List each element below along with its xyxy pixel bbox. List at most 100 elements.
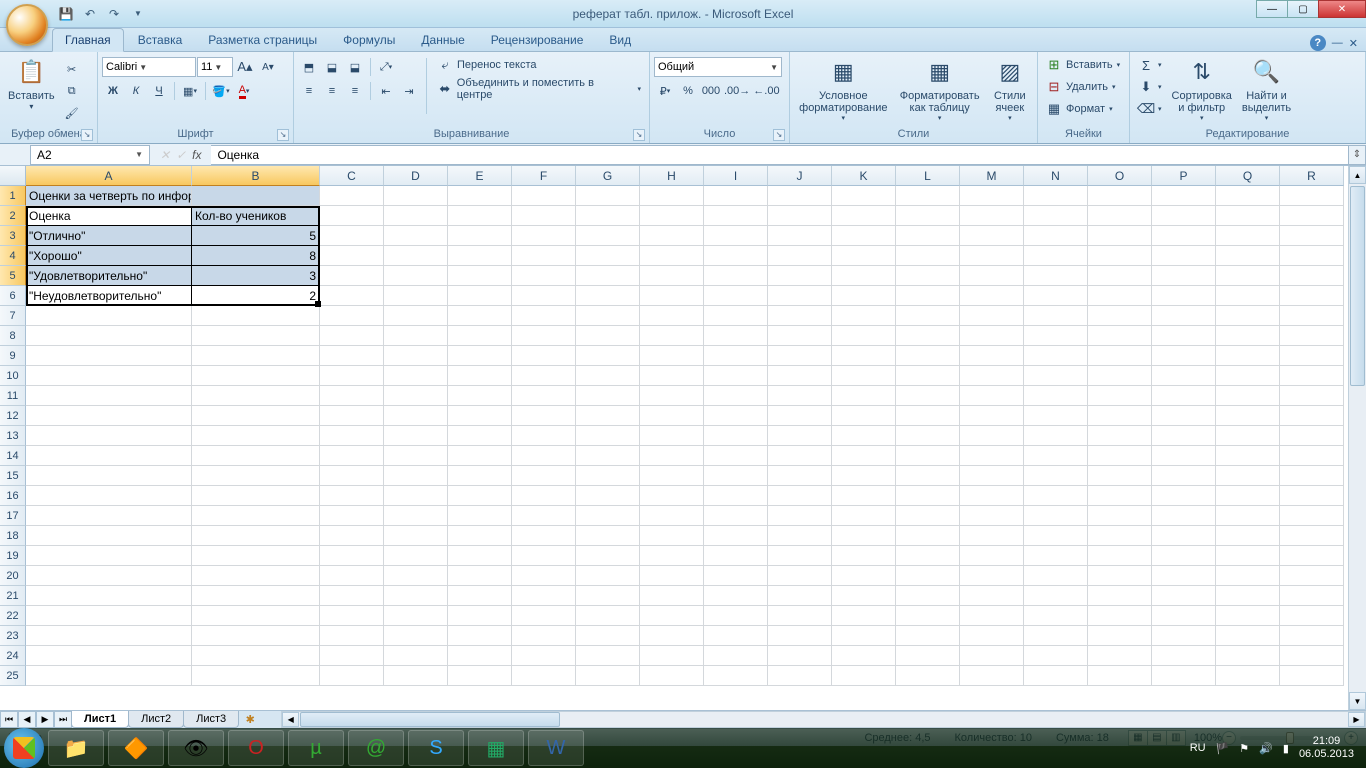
cut-icon[interactable]: ✂: [61, 58, 83, 80]
volume-icon[interactable]: 🔊: [1259, 742, 1273, 755]
cell[interactable]: [960, 586, 1024, 606]
cell[interactable]: [1216, 406, 1280, 426]
orientation-icon[interactable]: ⤢▾: [375, 56, 397, 78]
currency-icon[interactable]: ₽▾: [654, 80, 676, 102]
tab-formulas[interactable]: Формулы: [331, 29, 407, 51]
sheet-tab-2[interactable]: Лист2: [128, 711, 184, 728]
cell[interactable]: [768, 346, 832, 366]
cell[interactable]: [26, 426, 192, 446]
cell[interactable]: [1280, 406, 1344, 426]
cell[interactable]: [192, 386, 320, 406]
cell[interactable]: [448, 406, 512, 426]
cell[interactable]: [1216, 466, 1280, 486]
cell[interactable]: [1024, 306, 1088, 326]
cell[interactable]: [640, 286, 704, 306]
cell[interactable]: [768, 626, 832, 646]
explorer-task-icon[interactable]: 📁: [48, 730, 104, 766]
cell[interactable]: [512, 646, 576, 666]
cell[interactable]: [576, 586, 640, 606]
cell[interactable]: [960, 346, 1024, 366]
cell[interactable]: [1088, 566, 1152, 586]
cell[interactable]: [768, 586, 832, 606]
column-header[interactable]: G: [576, 166, 640, 186]
cell[interactable]: [320, 206, 384, 226]
cell[interactable]: [576, 386, 640, 406]
cell[interactable]: [320, 186, 384, 206]
cell[interactable]: [832, 286, 896, 306]
cell[interactable]: [192, 186, 320, 206]
cell[interactable]: [640, 486, 704, 506]
cell[interactable]: "Отлично": [26, 226, 192, 246]
cell[interactable]: [768, 286, 832, 306]
cell[interactable]: [1216, 546, 1280, 566]
cell[interactable]: [896, 566, 960, 586]
align-right-icon[interactable]: ≡: [344, 80, 366, 102]
opera-task-icon[interactable]: O: [228, 730, 284, 766]
cell[interactable]: [1152, 586, 1216, 606]
cell[interactable]: [640, 406, 704, 426]
cell[interactable]: [640, 386, 704, 406]
cell[interactable]: [26, 386, 192, 406]
cell[interactable]: [320, 346, 384, 366]
cell[interactable]: [384, 546, 448, 566]
cell[interactable]: [832, 506, 896, 526]
indent-increase-icon[interactable]: ⇥: [398, 80, 420, 102]
cell[interactable]: [1024, 606, 1088, 626]
cell[interactable]: [768, 666, 832, 686]
cell[interactable]: [512, 426, 576, 446]
cell[interactable]: [1152, 246, 1216, 266]
cell[interactable]: [1088, 246, 1152, 266]
cell[interactable]: [640, 206, 704, 226]
cell[interactable]: [1152, 406, 1216, 426]
cell[interactable]: [384, 606, 448, 626]
cell[interactable]: [704, 566, 768, 586]
cell[interactable]: [1280, 346, 1344, 366]
sort-filter-button[interactable]: ⇅Сортировка и фильтр▾: [1168, 54, 1236, 124]
shrink-font-icon[interactable]: A▾: [257, 56, 279, 78]
cell[interactable]: [704, 506, 768, 526]
cell[interactable]: [26, 486, 192, 506]
cell[interactable]: [384, 326, 448, 346]
cell[interactable]: [1152, 546, 1216, 566]
cell[interactable]: [576, 226, 640, 246]
cell[interactable]: [1152, 346, 1216, 366]
cell[interactable]: Оценки за четверть по информатике 9 клас…: [26, 186, 192, 206]
cell[interactable]: [768, 406, 832, 426]
cell[interactable]: [896, 666, 960, 686]
cell[interactable]: [320, 466, 384, 486]
cell[interactable]: [320, 246, 384, 266]
cell[interactable]: [832, 426, 896, 446]
cell[interactable]: [1280, 206, 1344, 226]
maximize-button[interactable]: ▢: [1287, 0, 1319, 18]
cell[interactable]: [26, 646, 192, 666]
cell[interactable]: [1088, 386, 1152, 406]
cell[interactable]: [1280, 626, 1344, 646]
cell[interactable]: [960, 566, 1024, 586]
cell[interactable]: [960, 526, 1024, 546]
cell[interactable]: [832, 326, 896, 346]
column-header[interactable]: M: [960, 166, 1024, 186]
cell[interactable]: [512, 386, 576, 406]
cell[interactable]: [896, 446, 960, 466]
cell[interactable]: [960, 646, 1024, 666]
cell[interactable]: [704, 286, 768, 306]
cell[interactable]: [1280, 246, 1344, 266]
cell[interactable]: [1152, 186, 1216, 206]
cell[interactable]: [896, 606, 960, 626]
cell[interactable]: [960, 366, 1024, 386]
cell[interactable]: [768, 566, 832, 586]
cell[interactable]: [320, 546, 384, 566]
cell[interactable]: [960, 626, 1024, 646]
horizontal-scrollbar[interactable]: ◀ ▶: [281, 711, 1366, 728]
cell[interactable]: [576, 606, 640, 626]
cell[interactable]: [768, 426, 832, 446]
cell[interactable]: [448, 346, 512, 366]
clock[interactable]: 21:09 06.05.2013: [1299, 735, 1354, 761]
row-header[interactable]: 19: [0, 546, 26, 566]
cell[interactable]: [768, 526, 832, 546]
cell[interactable]: Оценка: [26, 206, 192, 226]
cell[interactable]: [1088, 466, 1152, 486]
cell[interactable]: [1280, 646, 1344, 666]
cell[interactable]: [192, 626, 320, 646]
cell[interactable]: [1280, 286, 1344, 306]
